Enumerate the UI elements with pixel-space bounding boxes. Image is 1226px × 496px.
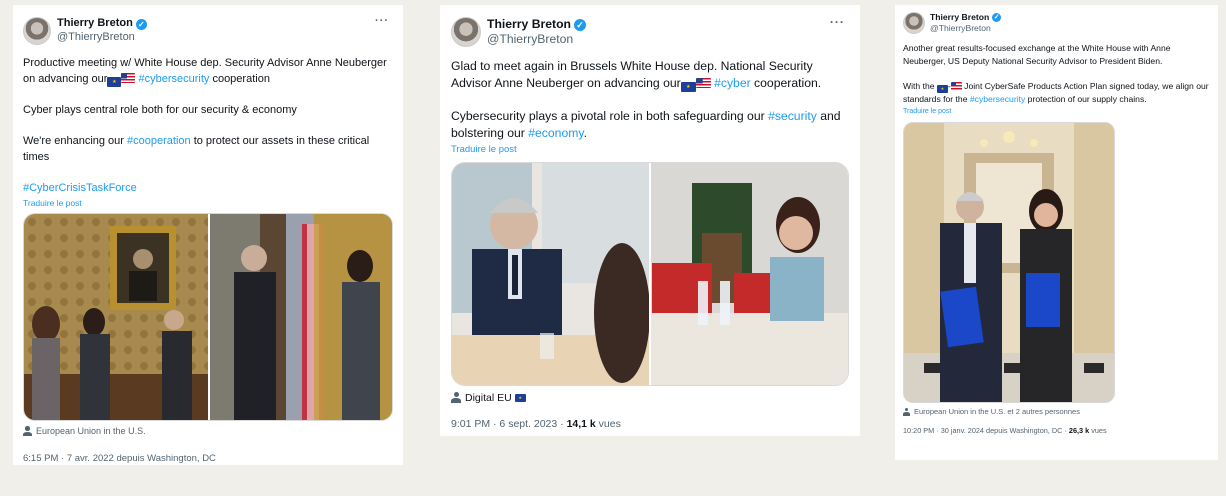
translate-link[interactable]: Traduire le post	[23, 198, 393, 208]
tweet-photo[interactable]	[903, 122, 1115, 403]
verified-badge-icon: ✓	[135, 18, 147, 30]
tweet-text: Productive meeting w/ White House dep. S…	[23, 57, 387, 194]
meeting-photos[interactable]	[452, 162, 848, 385]
tweet-timestamp[interactable]: 10:20 PM · 30 janv. 2024 depuis Washingt…	[903, 426, 1210, 435]
avatar[interactable]	[903, 12, 925, 34]
tweet-timestamp[interactable]: 6:15 PM · 7 avr. 2022 depuis Washington,…	[23, 453, 393, 464]
tweet-photo-grid[interactable]	[23, 213, 393, 421]
avatar[interactable]	[451, 17, 481, 48]
us-flag-icon	[121, 73, 136, 83]
more-options-icon[interactable]: ···	[375, 15, 389, 27]
meeting-photos[interactable]	[24, 214, 392, 420]
tweet-text: Glad to meet again in Brussels White Hou…	[451, 58, 841, 140]
tagged-person-icon	[23, 426, 32, 436]
us-flag-icon	[695, 77, 711, 88]
eu-flag-icon: ★	[107, 77, 122, 87]
hashtag-link[interactable]: #security	[768, 109, 817, 123]
hashtag-link[interactable]: #cyber	[714, 76, 751, 90]
hashtag-link[interactable]: #cybersecurity	[970, 94, 1025, 104]
tweet-card-2[interactable]: Thierry Breton ✓ @ThierryBreton ··· Glad…	[440, 5, 860, 436]
translate-link[interactable]: Traduire le post	[451, 144, 849, 155]
display-name[interactable]: Thierry Breton	[57, 17, 133, 31]
tweet-timestamp[interactable]: 9:01 PM · 6 sept. 2023 · 14,1 k vues	[451, 418, 849, 430]
view-count: 26,3 k	[1068, 426, 1090, 435]
hashtag-link[interactable]: #cybersecurity	[138, 73, 209, 85]
tweet-header: Thierry Breton ✓ @ThierryBreton ···	[451, 15, 849, 48]
tweet-text: Another great results-focused exchange a…	[903, 43, 1209, 104]
tagged-person-icon	[451, 392, 461, 403]
translate-link[interactable]: Traduire le post	[903, 108, 1210, 115]
user-handle[interactable]: @ThierryBreton	[487, 32, 586, 47]
more-options-icon[interactable]: ···	[830, 15, 845, 29]
hashtag-link[interactable]: #CyberCrisisTaskForce	[23, 182, 137, 194]
avatar[interactable]	[23, 17, 51, 45]
tweet-header: Thierry Breton ✓ @ThierryBreton ···	[23, 15, 393, 45]
eu-flag-icon: ★	[680, 81, 696, 92]
tweet-photo-grid[interactable]	[451, 161, 849, 386]
us-flag-icon	[950, 82, 962, 90]
tagged-users[interactable]: European Union in the U.S.	[23, 426, 393, 436]
eu-flag-icon: ★	[936, 85, 948, 93]
display-name[interactable]: Thierry Breton	[930, 12, 989, 23]
tagged-person-icon	[903, 407, 910, 416]
tagged-users[interactable]: European Union in the U.S. et 2 autres p…	[903, 407, 1210, 416]
signing-photo[interactable]	[904, 123, 1114, 402]
tweet-card-1[interactable]: Thierry Breton ✓ @ThierryBreton ··· Prod…	[13, 5, 403, 465]
tweet-card-3[interactable]: Thierry Breton ✓ @ThierryBreton Another …	[895, 5, 1218, 460]
display-name[interactable]: Thierry Breton	[487, 17, 571, 32]
user-handle[interactable]: @ThierryBreton	[57, 31, 147, 45]
verified-badge-icon: ✓	[573, 18, 586, 31]
hashtag-link[interactable]: #cooperation	[127, 135, 191, 147]
view-count: 14,1 k	[566, 417, 596, 430]
user-handle[interactable]: @ThierryBreton	[930, 23, 1001, 34]
hashtag-link[interactable]: #economy	[528, 126, 583, 140]
tagged-users[interactable]: Digital EU ★	[451, 392, 849, 404]
verified-badge-icon: ✓	[992, 13, 1002, 23]
tweet-header: Thierry Breton ✓ @ThierryBreton	[903, 12, 1210, 34]
eu-flag-icon: ★	[514, 393, 526, 402]
